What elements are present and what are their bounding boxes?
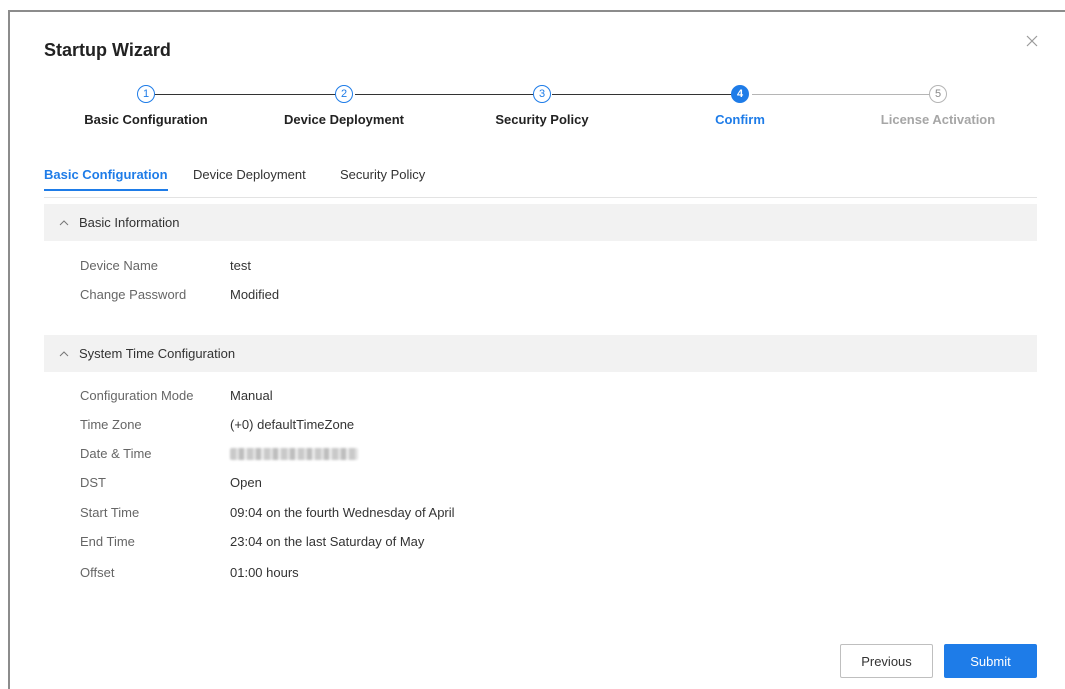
step-confirm: 4 Confirm — [640, 82, 840, 127]
chevron-up-icon — [59, 220, 69, 226]
step-license-activation: 5 License Activation — [838, 82, 1038, 127]
step-device-deployment: 2 Device Deployment — [244, 82, 444, 127]
tab-security-policy[interactable]: Security Policy — [340, 167, 425, 189]
step-label: License Activation — [880, 112, 996, 127]
step-basic-configuration: 1 Basic Configuration — [46, 82, 246, 127]
step-label: Security Policy — [495, 112, 589, 127]
detail-value: 09:04 on the fourth Wednesday of April — [230, 505, 455, 520]
detail-key: End Time — [80, 534, 135, 549]
basic-information-header[interactable]: Basic Information — [44, 204, 1037, 241]
detail-key: Date & Time — [80, 446, 152, 461]
step-number: 1 — [137, 85, 155, 103]
system-time-header[interactable]: System Time Configuration — [44, 335, 1037, 372]
step-number: 4 — [731, 85, 749, 103]
section-title: Basic Information — [79, 215, 180, 230]
section-title: System Time Configuration — [79, 346, 236, 361]
detail-key: Device Name — [80, 258, 159, 273]
confirm-tabs: Basic Configuration Device Deployment Se… — [44, 167, 1037, 198]
redacted-value — [230, 448, 358, 460]
detail-value: Manual — [230, 388, 273, 403]
chevron-up-icon — [59, 351, 69, 357]
step-number: 5 — [929, 85, 947, 103]
step-label: Device Deployment — [284, 112, 404, 127]
tab-basic-configuration[interactable]: Basic Configuration — [44, 167, 168, 191]
detail-key: Time Zone — [80, 417, 142, 432]
dialog-title: Startup Wizard — [44, 40, 171, 60]
wizard-stepper: 1 Basic Configuration 2 Device Deploymen… — [10, 82, 1065, 142]
detail-key: Change Password — [80, 287, 187, 302]
tab-device-deployment[interactable]: Device Deployment — [193, 167, 306, 189]
previous-button[interactable]: Previous — [840, 644, 933, 678]
step-label: Basic Configuration — [84, 112, 208, 127]
detail-key: Offset — [80, 565, 115, 580]
step-number: 2 — [335, 85, 353, 103]
submit-button[interactable]: Submit — [944, 644, 1037, 678]
detail-value: (+0) defaultTimeZone — [230, 417, 355, 432]
startup-wizard-dialog: Startup Wizard 1 Basic Configuration 2 D… — [8, 10, 1065, 689]
detail-key: DST — [80, 475, 106, 490]
detail-value: test — [230, 258, 251, 273]
detail-value: Modified — [230, 287, 280, 302]
step-label: Confirm — [715, 112, 765, 127]
detail-value: 01:00 hours — [230, 565, 299, 580]
detail-value: Open — [230, 475, 262, 490]
detail-key: Start Time — [80, 505, 140, 520]
close-icon[interactable] — [1025, 34, 1039, 48]
detail-value-redacted — [230, 445, 358, 465]
detail-key: Configuration Mode — [80, 388, 194, 403]
step-security-policy: 3 Security Policy — [442, 82, 642, 127]
detail-value: 23:04 on the last Saturday of May — [230, 534, 425, 549]
step-number: 3 — [533, 85, 551, 103]
